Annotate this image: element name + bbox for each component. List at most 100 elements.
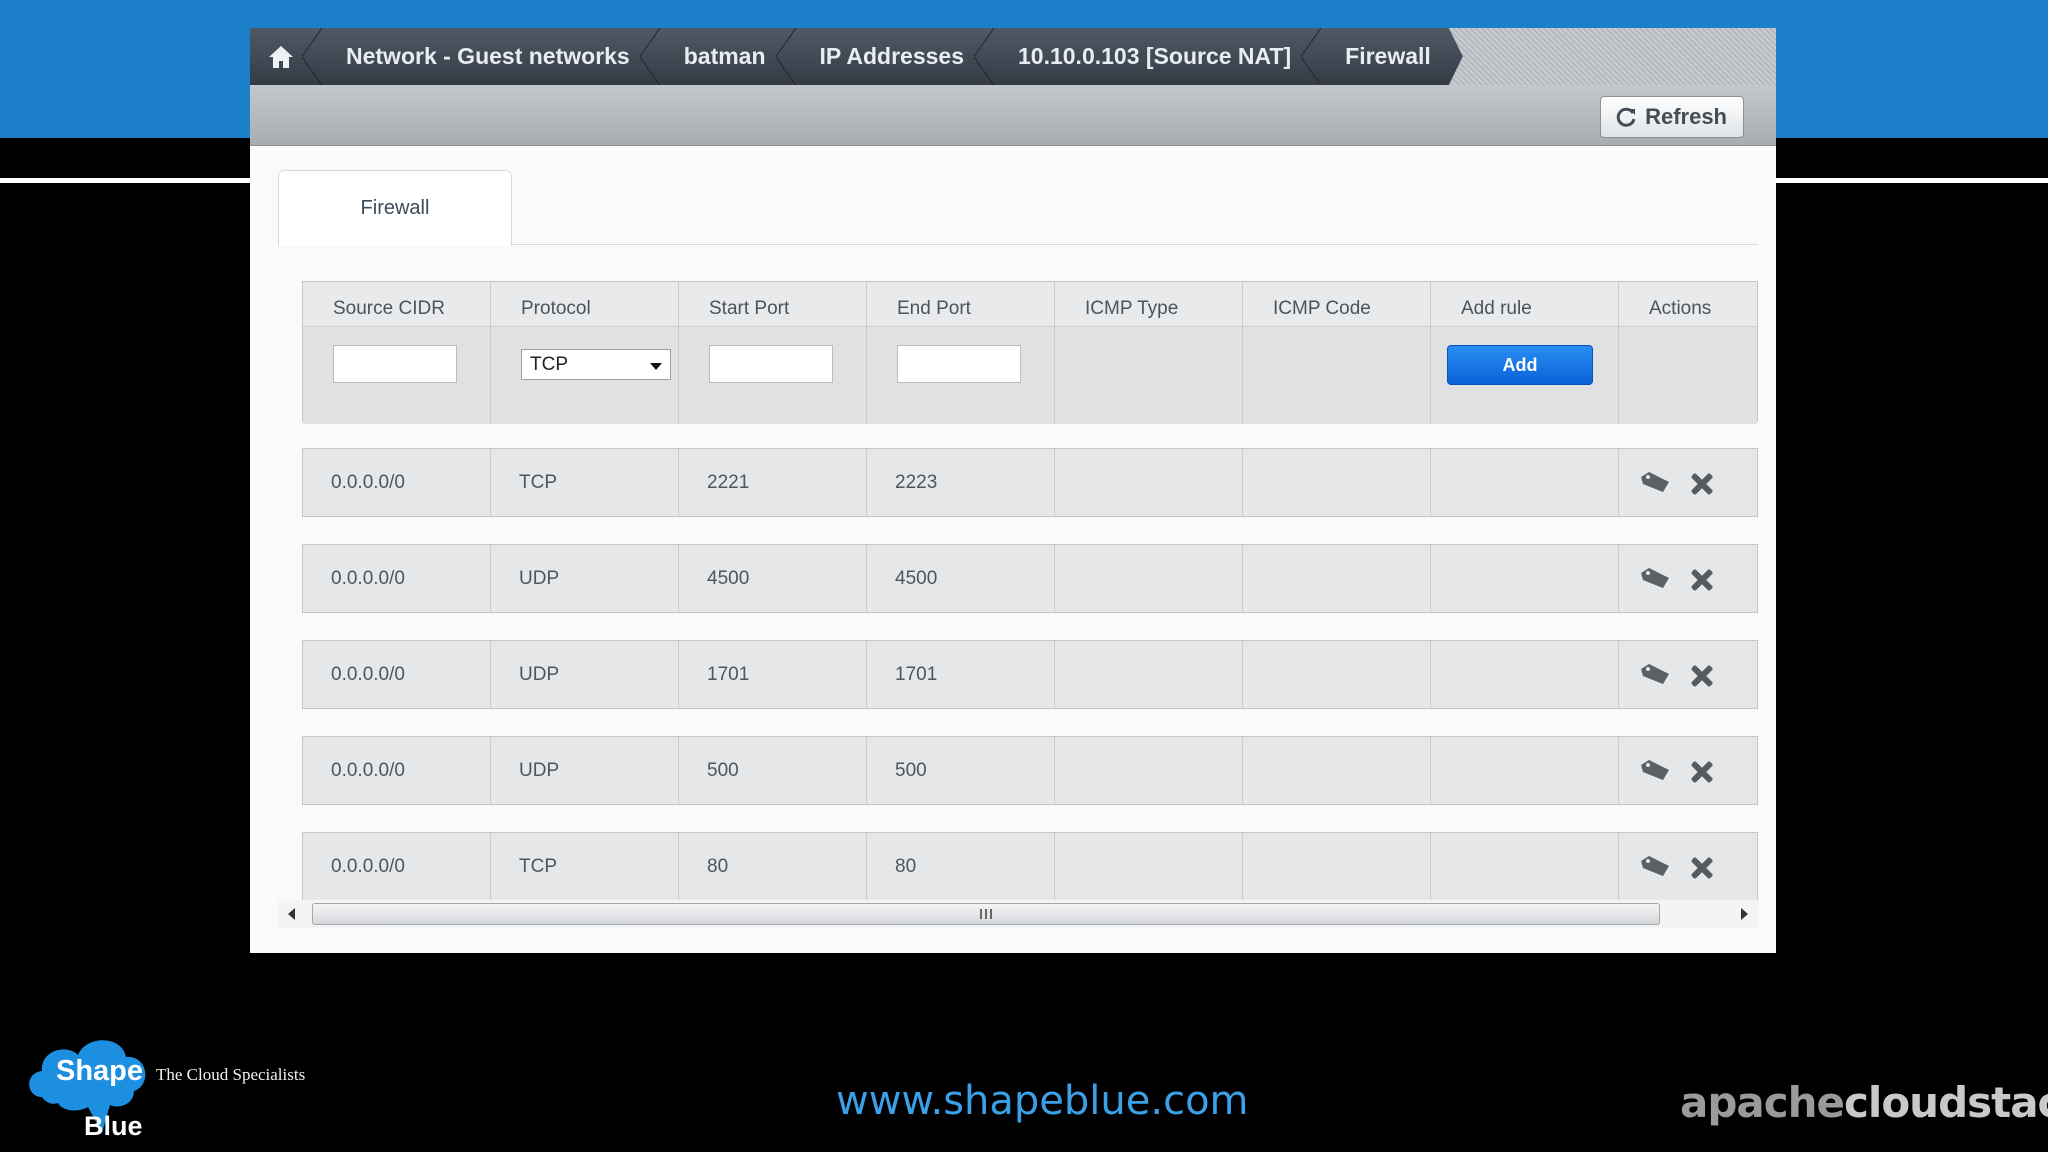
new-rule-end-cell	[867, 327, 1055, 424]
cell-value: 0.0.0.0/0	[331, 472, 405, 493]
breadcrumb: Network - Guest networks batman IP Addre…	[250, 28, 1776, 85]
table-cell: 0.0.0.0/0	[303, 449, 491, 516]
start-port-input[interactable]	[709, 345, 833, 383]
table-cell: 2221	[679, 449, 867, 516]
scroll-left-icon[interactable]	[288, 908, 295, 920]
table-cell	[1619, 545, 1759, 612]
header-label: Actions	[1649, 298, 1712, 319]
table-cell	[1431, 449, 1619, 516]
delete-icon[interactable]	[1689, 471, 1715, 497]
header-label: Add rule	[1461, 298, 1532, 319]
table-cell	[1619, 833, 1759, 900]
horizontal-scrollbar[interactable]	[278, 900, 1758, 928]
cell-value: 80	[895, 856, 917, 877]
breadcrumb-ip[interactable]: 10.10.0.103 [Source NAT]	[984, 28, 1311, 85]
cell-value: 80	[707, 856, 729, 877]
table-row: 0.0.0.0/0 UDP 500 500	[302, 736, 1758, 805]
tag-icon[interactable]	[1639, 567, 1671, 589]
new-rule-cidr-cell	[303, 327, 491, 424]
table-cell	[1243, 833, 1431, 900]
table-cell	[1619, 641, 1759, 708]
table-cell	[1431, 545, 1619, 612]
cell-value: 0.0.0.0/0	[331, 568, 405, 589]
breadcrumb-guest-networks[interactable]: Network - Guest networks	[312, 28, 650, 85]
table-cell	[1055, 641, 1243, 708]
table-cell: TCP	[491, 449, 679, 516]
cell-value: 2223	[895, 472, 938, 493]
table-cell: 2223	[867, 449, 1055, 516]
table-cell	[1055, 545, 1243, 612]
table-cell: 4500	[679, 545, 867, 612]
breadcrumb-ip-addresses[interactable]: IP Addresses	[786, 28, 984, 85]
shapeblue-logo: Shape Blue The Cloud Specialists	[22, 1025, 342, 1145]
new-rule-icmp-code-cell	[1243, 327, 1431, 424]
toolbar: Refresh	[250, 85, 1776, 146]
row-actions	[1639, 759, 1715, 785]
new-rule-start-cell	[679, 327, 867, 424]
cell-value: 0.0.0.0/0	[331, 760, 405, 781]
brand-part2: cloudstack	[1844, 1078, 2048, 1127]
header-label: ICMP Type	[1085, 298, 1179, 319]
tab-label: Firewall	[360, 197, 430, 219]
table-cell: UDP	[491, 545, 679, 612]
tag-icon[interactable]	[1639, 471, 1671, 493]
logo-tagline: The Cloud Specialists	[156, 1065, 306, 1084]
table-cell: 1701	[867, 641, 1055, 708]
table-cell	[1431, 737, 1619, 804]
tag-icon[interactable]	[1639, 855, 1671, 877]
protocol-select-value: TCP	[530, 354, 568, 375]
end-port-input[interactable]	[897, 345, 1021, 383]
new-rule-icmp-type-cell	[1055, 327, 1243, 424]
breadcrumb-home[interactable]	[250, 28, 312, 85]
cloudstack-panel: Network - Guest networks batman IP Addre…	[250, 28, 1776, 953]
delete-icon[interactable]	[1689, 855, 1715, 881]
tab-firewall[interactable]: Firewall	[278, 170, 512, 246]
cell-value: 0.0.0.0/0	[331, 856, 405, 877]
table-cell	[1431, 641, 1619, 708]
cell-value: UDP	[519, 568, 560, 589]
cell-value: 500	[895, 760, 927, 781]
delete-icon[interactable]	[1689, 567, 1715, 593]
header-label: ICMP Code	[1273, 298, 1371, 319]
cell-value: TCP	[519, 472, 557, 493]
table-cell	[1243, 545, 1431, 612]
table-cell	[1055, 449, 1243, 516]
breadcrumb-firewall[interactable]: Firewall	[1311, 28, 1451, 85]
table-row: 0.0.0.0/0 UDP 4500 4500	[302, 544, 1758, 613]
scroll-right-icon[interactable]	[1741, 908, 1748, 920]
protocol-select[interactable]: TCP	[521, 349, 671, 380]
table-row: 0.0.0.0/0 UDP 1701 1701	[302, 640, 1758, 709]
table-cell: UDP	[491, 737, 679, 804]
table-cell: 0.0.0.0/0	[303, 833, 491, 900]
scrollbar-thumb[interactable]	[312, 903, 1660, 925]
website-link[interactable]: www.shapeblue.com	[836, 1078, 1249, 1124]
table-header: Source CIDR Protocol Start Port End Port…	[302, 281, 1758, 424]
add-rule-button[interactable]: Add	[1447, 345, 1593, 385]
breadcrumb-network-batman[interactable]: batman	[650, 28, 786, 85]
refresh-button[interactable]: Refresh	[1600, 96, 1744, 138]
source-cidr-input[interactable]	[333, 345, 457, 383]
refresh-icon	[1616, 107, 1636, 127]
new-rule-row: TCP Add	[303, 326, 1757, 424]
tag-icon[interactable]	[1639, 759, 1671, 781]
cell-value: TCP	[519, 856, 557, 877]
table-cell	[1243, 737, 1431, 804]
tag-icon[interactable]	[1639, 663, 1671, 685]
delete-icon[interactable]	[1689, 663, 1715, 689]
table-row: 0.0.0.0/0 TCP 2221 2223	[302, 448, 1758, 517]
new-rule-protocol-cell: TCP	[491, 327, 679, 424]
delete-icon[interactable]	[1689, 759, 1715, 785]
table-row: 0.0.0.0/0 TCP 80 80	[302, 832, 1758, 901]
header-label: Source CIDR	[333, 298, 445, 319]
table-cell	[1243, 449, 1431, 516]
table-cell: 4500	[867, 545, 1055, 612]
table-cell: 500	[679, 737, 867, 804]
table-cell	[1431, 833, 1619, 900]
header-label: Start Port	[709, 298, 790, 319]
header-label: End Port	[897, 298, 971, 319]
apache-cloudstack-logo: apachecloudstack	[1680, 1078, 2048, 1127]
table-cell: 0.0.0.0/0	[303, 737, 491, 804]
chevron-down-icon	[650, 363, 662, 370]
table-cell: 80	[679, 833, 867, 900]
cell-value: 1701	[707, 664, 750, 685]
